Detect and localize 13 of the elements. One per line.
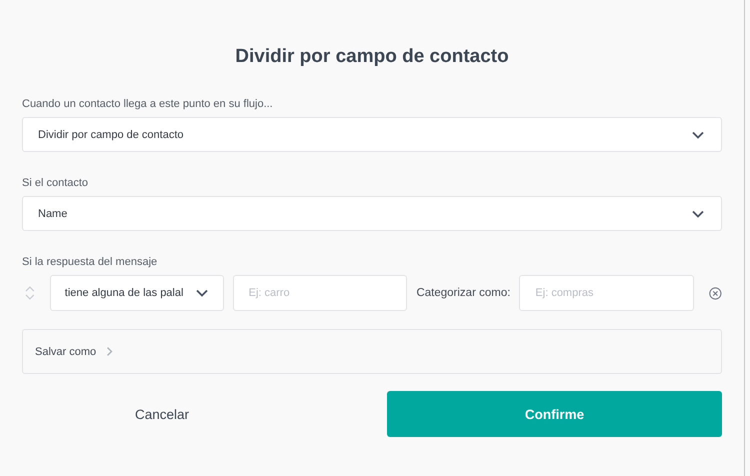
field-label: Si el contacto xyxy=(22,177,90,189)
keywords-input[interactable]: Ej: carro xyxy=(232,275,408,311)
category-label: Categorizar como: xyxy=(416,287,510,299)
step-select[interactable]: Dividir por campo de contacto xyxy=(22,117,722,152)
category-input[interactable]: Ej: compras xyxy=(519,275,694,311)
close-icon[interactable] xyxy=(709,286,722,300)
contact-select[interactable]: Name xyxy=(22,196,722,231)
field-label: Cuando un contacto llega a este punto en su flujo... xyxy=(22,98,274,110)
condition-select[interactable]: tiene alguna de las palal xyxy=(50,275,224,311)
cancel-button[interactable]: Cancelar xyxy=(22,391,302,437)
dialog-title: Dividir por campo de contacto xyxy=(234,46,510,68)
field-label: Si la respuesta del mensaje xyxy=(22,256,158,268)
save-as-section[interactable]: Salvar como xyxy=(22,329,722,374)
